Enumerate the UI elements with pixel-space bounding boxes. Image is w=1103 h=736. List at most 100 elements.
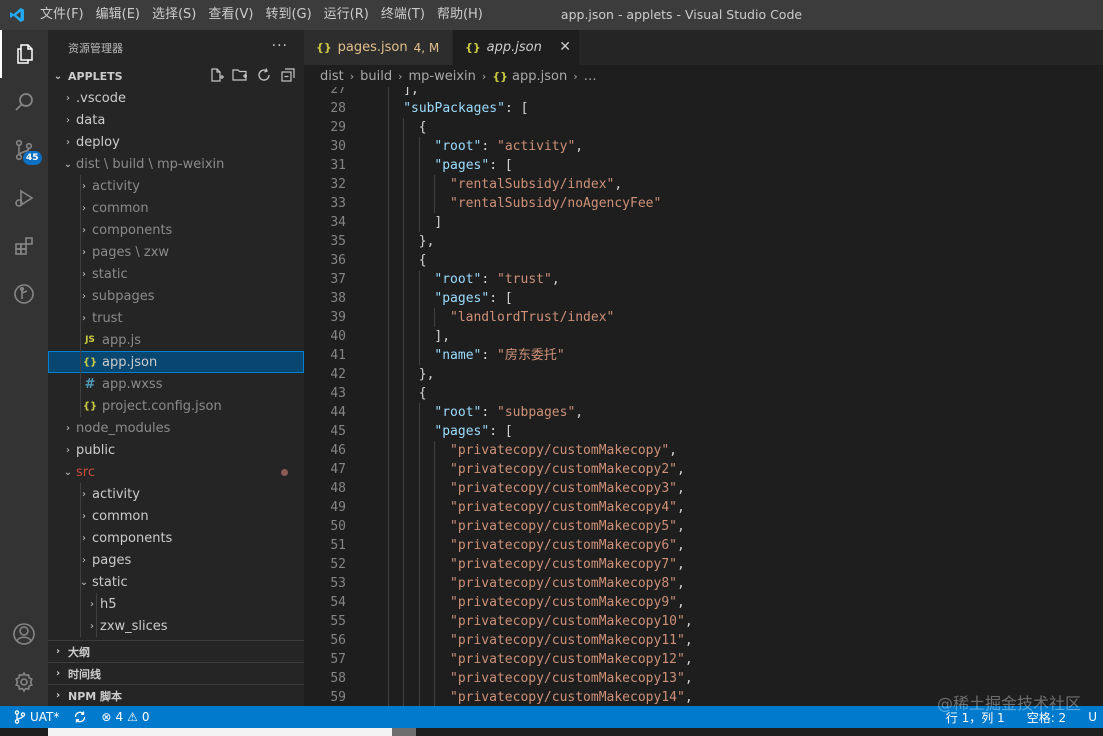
menu-file[interactable]: 文件(F) (34, 0, 90, 30)
tree-item-label: public (76, 442, 116, 458)
source-control-icon[interactable]: 45 (0, 126, 48, 174)
encoding-status[interactable]: U (1088, 710, 1097, 724)
tree-item[interactable]: ⌄ src (48, 461, 304, 483)
remote-icon[interactable] (0, 270, 48, 318)
tree-item[interactable]: ⌄ static (48, 571, 304, 593)
tree-item[interactable]: › common (48, 197, 304, 219)
watermark: @稀土掘金技术社区 (936, 694, 1081, 713)
file-tree: › .vscode › data › deploy ⌄ dist \ build \ mp-w… (48, 87, 304, 637)
sync-icon[interactable] (73, 710, 87, 724)
menu-run[interactable]: 运行(R) (318, 0, 375, 30)
tree-item-label: dist \ build \ mp-weixin (76, 156, 225, 172)
tree-item-label: app.json (102, 354, 158, 370)
tree-item[interactable]: › components (48, 219, 304, 241)
tree-item-label: src (76, 464, 95, 480)
tree-item-label: pages \ zxw (92, 244, 170, 260)
search-icon[interactable] (0, 78, 48, 126)
refresh-icon[interactable] (256, 67, 272, 86)
menu-help[interactable]: 帮助(H) (431, 0, 489, 30)
json-string: "privatecopy/customMakecopy13" (450, 671, 685, 686)
tree-item[interactable]: › trust (48, 307, 304, 329)
tree-item[interactable]: › deploy (48, 131, 304, 153)
tree-item[interactable]: {} project.config.json (48, 395, 304, 417)
code-punct: { (418, 120, 427, 135)
new-file-icon[interactable] (208, 67, 224, 86)
tree-item[interactable]: › pages \ zxw (48, 241, 304, 263)
tree-item[interactable]: ⌄ dist \ build \ mp-weixin (48, 153, 304, 175)
json-file-icon: {} (492, 69, 508, 83)
run-debug-icon[interactable] (0, 174, 48, 222)
code-line: 47 "privatecopy/customMakecopy2", (304, 460, 1103, 479)
tree-item-label: common (92, 508, 149, 524)
tab-label: pages.json (337, 40, 408, 55)
close-icon[interactable]: ✕ (559, 39, 571, 55)
project-section-header[interactable]: ⌄ APPLETS (48, 65, 304, 87)
chevron-right-icon: › (82, 554, 86, 566)
tree-item[interactable]: › components (48, 527, 304, 549)
breadcrumb-item[interactable]: build (360, 69, 392, 84)
npm-scripts-section[interactable]: › NPM 脚本 (48, 684, 304, 706)
json-string: "privatecopy/customMakecopy4" (450, 500, 677, 515)
problems-status[interactable]: ⊗ 4 ⚠ 0 (101, 710, 149, 724)
tree-item[interactable]: › activity (48, 483, 304, 505)
more-actions-icon[interactable]: ··· (272, 38, 288, 54)
tree-item[interactable]: › subpages (48, 285, 304, 307)
code-punct: }, (418, 234, 435, 249)
chevron-right-icon: › (55, 646, 61, 657)
chevron-right-icon: › (66, 422, 70, 434)
tree-item[interactable]: {} app.json (48, 351, 304, 373)
json-file-icon: {} (465, 41, 481, 54)
code-punct: ], (403, 87, 419, 97)
menu-edit[interactable]: 编辑(E) (90, 0, 146, 30)
new-folder-icon[interactable] (232, 67, 248, 86)
code-line: 32 "rentalSubsidy/index", (304, 175, 1103, 194)
outline-section[interactable]: › 大纲 (48, 640, 304, 662)
tree-item[interactable]: › common (48, 505, 304, 527)
extensions-icon[interactable] (0, 222, 48, 270)
menu-selection[interactable]: 选择(S) (146, 0, 202, 30)
line-number: 32 (330, 177, 346, 192)
code-editor[interactable]: 27], 28 "subPackages": [29{30 "root": "acti… (304, 87, 1103, 706)
tree-item[interactable]: › node_modules (48, 417, 304, 439)
settings-gear-icon[interactable] (0, 658, 48, 706)
breadcrumb-item[interactable]: dist (320, 69, 344, 84)
line-number: 39 (330, 310, 346, 325)
tree-item[interactable]: › static (48, 263, 304, 285)
menu-go[interactable]: 转到(G) (259, 0, 317, 30)
collapse-all-icon[interactable] (280, 67, 296, 86)
json-string: "privatecopy/customMakecopy14" (450, 690, 685, 705)
chevron-right-icon: › (82, 290, 86, 302)
code-line: 57 "privatecopy/customMakecopy12", (304, 650, 1103, 669)
json-string: "privatecopy/customMakecopy7" (450, 557, 677, 572)
code-punct: , (684, 614, 693, 629)
branch-status[interactable]: UAT* (14, 710, 59, 724)
code-line: 44 "root": "subpages", (304, 403, 1103, 422)
tab-pages-json[interactable]: {} pages.json 4, M (304, 30, 453, 65)
line-number: 51 (330, 538, 346, 553)
menu-terminal[interactable]: 终端(T) (375, 0, 431, 30)
code-punct: : [ (489, 158, 513, 173)
tree-item[interactable]: › data (48, 109, 304, 131)
tree-item[interactable]: › h5 (48, 593, 304, 615)
chevron-right-icon: › (66, 114, 70, 126)
explorer-icon[interactable] (0, 30, 48, 78)
tree-item[interactable]: › public (48, 439, 304, 461)
tree-item-label: app.wxss (102, 376, 163, 392)
menu-view[interactable]: 查看(V) (202, 0, 259, 30)
timeline-section[interactable]: › 时间线 (48, 662, 304, 684)
tree-item[interactable]: › zxw_slices (48, 615, 304, 637)
line-number: 57 (330, 652, 346, 667)
tree-item[interactable]: › activity (48, 175, 304, 197)
tree-item[interactable]: › pages (48, 549, 304, 571)
tree-item[interactable]: › .vscode (48, 87, 304, 109)
line-number: 48 (330, 481, 346, 496)
line-number: 36 (330, 253, 346, 268)
breadcrumb-item[interactable]: … (584, 69, 597, 84)
tab-app-json[interactable]: {} app.json ✕ (453, 30, 579, 65)
breadcrumb-item[interactable]: app.json (512, 69, 567, 84)
chevron-right-icon: › (66, 444, 70, 456)
account-icon[interactable] (0, 610, 48, 658)
breadcrumb-item[interactable]: mp-weixin (409, 69, 476, 84)
tree-item[interactable]: # app.wxss (48, 373, 304, 395)
tree-item[interactable]: JS app.js (48, 329, 304, 351)
